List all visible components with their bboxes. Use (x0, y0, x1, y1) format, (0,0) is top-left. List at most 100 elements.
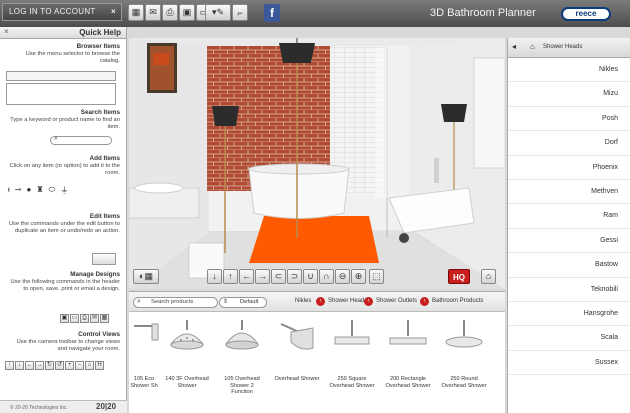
help-heading: Edit Items (89, 213, 120, 220)
zoom-out-icon: − (75, 361, 84, 370)
print-icon[interactable]: ⎙ (162, 4, 178, 21)
close-icon[interactable]: × (111, 4, 116, 20)
product-browser: ⌕ Search products ⇕ Default Nikles ‹ Sho… (129, 291, 505, 413)
brand-item-scala[interactable]: Scala (508, 326, 630, 351)
breadcrumb-nikles[interactable]: Nikles (295, 298, 311, 304)
product-item[interactable]: 200 Rectangle Overhead Shower (385, 316, 431, 406)
top-bar: LOG IN TO ACCOUNT × ▦ ✉ ⎙ ▣ ▭ ▾✎ ⌐ f 3D … (0, 0, 630, 27)
help-control-views: Control Views Use the camera toolbar to … (0, 331, 126, 379)
product-item[interactable]: 250 Round Overhead Shower (441, 316, 487, 406)
lamp-icon: ♜ (36, 185, 44, 194)
collapse-icon[interactable]: × (4, 27, 9, 36)
product-label: 105 Overhead Shower 2 Function (224, 376, 260, 395)
brand-item-dorf[interactable]: Dorf (508, 131, 630, 156)
brand-item-hansgrohe[interactable]: Hansgrohe (508, 302, 630, 327)
breadcrumb-back-icon[interactable]: ‹ (364, 297, 373, 306)
search-demo-input (50, 136, 112, 145)
help-text: Use the following commands in the header… (10, 279, 120, 292)
breadcrumb-shower-heads[interactable]: Shower Heads (328, 298, 367, 304)
product-search-input[interactable]: ⌕ Search products (133, 297, 218, 308)
brand-list-panel: ◂ ⌂ Shower Heads Nikles Mizu Posh Dorf P… (507, 38, 630, 413)
edit-dropdown-icon[interactable]: ▾✎ (205, 4, 231, 21)
help-footer: © 20-20 Technologies Inc. 20|20 (0, 400, 127, 413)
product-item[interactable]: Overhead Shower (274, 316, 320, 406)
fit-view-icon[interactable]: ⬚ (369, 269, 384, 284)
browse-list-demo (6, 83, 116, 105)
square-showerhead-icon (334, 320, 370, 345)
email-icon: ✉ (90, 314, 99, 323)
product-item[interactable]: 105 Eco Shower Sh (129, 316, 159, 406)
brand-item-mizu[interactable]: Mizu (508, 82, 630, 107)
reece-logo: reece (561, 7, 611, 21)
grid-icon[interactable]: ▦ (128, 4, 144, 21)
left-arrow-icon: ← (25, 361, 34, 370)
zoom-in-icon[interactable]: ⊕ (351, 269, 366, 284)
help-heading: Add Items (89, 155, 120, 162)
brand-item-gessi[interactable]: Gessi (508, 229, 630, 254)
product-toolbar: ⌕ Search products ⇕ Default Nikles ‹ Sho… (129, 292, 505, 312)
quick-help-header: × Quick Help (0, 27, 126, 39)
up-arrow-icon: ↑ (5, 361, 14, 370)
up-arrow-icon[interactable]: ↑ (223, 269, 238, 284)
camera-toolbar: ◐▦ ↓ ↑ ← → ⊂ ⊃ ∪ ∩ ⊖ ⊕ ⬚ HQ ⌂ (129, 267, 505, 289)
left-arrow-icon[interactable]: ← (239, 269, 254, 284)
hq-render-button[interactable]: HQ (448, 269, 470, 284)
print-icon: ⎙ (80, 314, 89, 323)
view-mode-icon[interactable]: ◐▦ (133, 269, 159, 284)
product-item[interactable]: 105 Overhead Shower 2 Function (219, 316, 265, 406)
tilt-up-icon[interactable]: ∩ (319, 269, 334, 284)
breadcrumb-shower-outlets[interactable]: Shower Outlets (376, 298, 417, 304)
room-render (129, 38, 505, 289)
turn-right-icon[interactable]: ⊃ (287, 269, 302, 284)
login-button[interactable]: LOG IN TO ACCOUNT × (2, 3, 122, 21)
add-items-thumbs: ᵻ ⊸ ● ♜ ⬭ ⏚ (8, 185, 68, 196)
grid-icon: ▦ (100, 314, 109, 323)
home-icon[interactable]: ⌂ (530, 42, 535, 51)
eco-showerhead-icon (134, 323, 159, 341)
right-arrow-icon[interactable]: → (255, 269, 270, 284)
brand-item-phoenix[interactable]: Phoenix (508, 156, 630, 180)
2020-logo: 20|20 (96, 402, 117, 411)
zoom-out-icon[interactable]: ⊖ (335, 269, 350, 284)
down-arrow-icon[interactable]: ↓ (207, 269, 222, 284)
rotate-icon: ↻ (45, 361, 54, 370)
search-placeholder: Search products (151, 299, 194, 305)
save-icon[interactable]: ▣ (179, 4, 195, 21)
help-heading: Manage Designs (70, 271, 120, 278)
edit-toolbar: ▾✎ ⌐ (205, 4, 248, 21)
home-icon[interactable]: ⌂ (481, 269, 496, 284)
3d-viewport[interactable] (129, 38, 505, 289)
turn-left-icon[interactable]: ⊂ (271, 269, 286, 284)
breadcrumb-back-icon[interactable]: ‹ (420, 297, 429, 306)
brand-item-nikles[interactable]: Nikles (508, 58, 630, 83)
back-icon[interactable]: ◂ (512, 42, 516, 51)
product-label: 250 Square Overhead Shower (329, 376, 375, 389)
rectangle-showerhead-icon (389, 320, 427, 345)
quick-help-title: Quick Help (79, 28, 121, 37)
product-item[interactable]: 140 3F Overhead Shower (164, 316, 210, 406)
facebook-icon[interactable]: f (264, 4, 280, 22)
ball-icon: ● (26, 185, 32, 194)
dome-showerhead-icon (225, 320, 259, 350)
help-text: Click on any item (or option) to add it … (9, 163, 120, 176)
brand-item-bastow[interactable]: Bastow (508, 253, 630, 278)
brand-item-sussex[interactable]: Sussex (508, 351, 630, 376)
tilt-down-icon[interactable]: ∪ (303, 269, 318, 284)
breadcrumb-bathroom-products[interactable]: Bathroom Products (432, 298, 483, 304)
rotate-icon: ↺ (55, 361, 64, 370)
product-label: 200 Rectangle Overhead Shower (385, 376, 431, 389)
round-showerhead-icon (445, 320, 483, 348)
measure-icon[interactable]: ⌐ (232, 4, 248, 21)
brand-item-methven[interactable]: Methven (508, 180, 630, 205)
brand-item-ram[interactable]: Ram (508, 204, 630, 229)
quick-help-panel: × Quick Help Browser Items Use the menu … (0, 27, 127, 413)
brand-item-posh[interactable]: Posh (508, 107, 630, 132)
product-item[interactable]: 250 Square Overhead Shower (329, 316, 375, 406)
brand-item-teknobili[interactable]: Teknobili (508, 278, 630, 302)
sort-select[interactable]: ⇕ Default (219, 297, 267, 308)
email-icon[interactable]: ✉ (145, 4, 161, 21)
app-title: 3D Bathroom Planner (430, 7, 536, 19)
breadcrumb-back-icon[interactable]: ‹ (316, 297, 325, 306)
product-label: 250 Round Overhead Shower (441, 376, 487, 389)
angled-showerhead-icon (280, 323, 314, 350)
